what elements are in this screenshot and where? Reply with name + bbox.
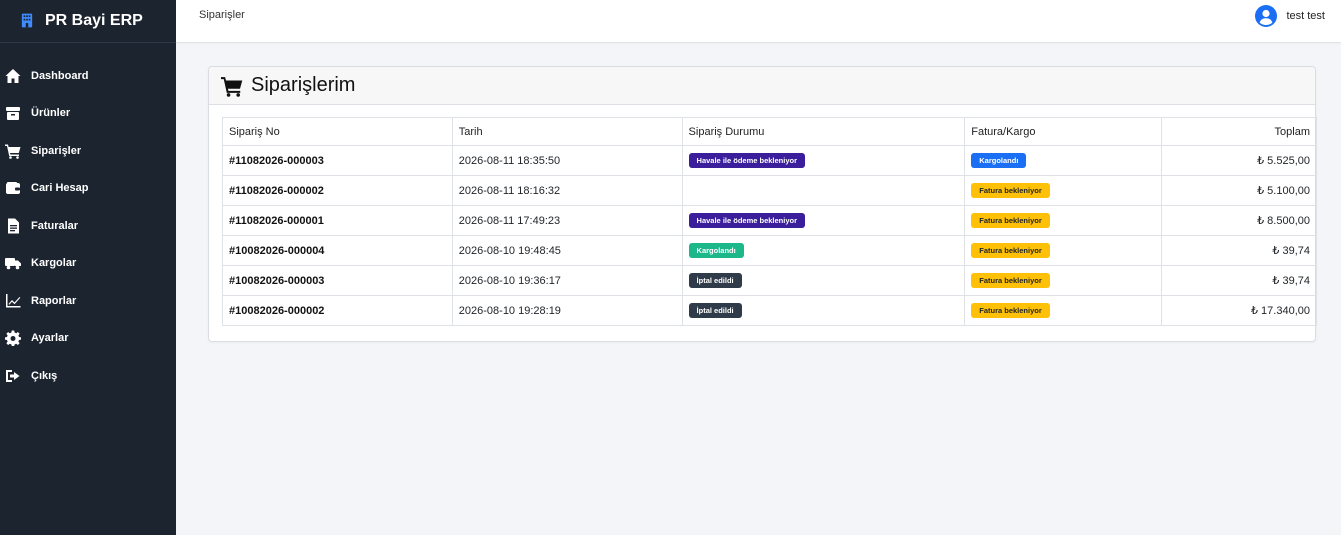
order-total: ₺ 5.100,00 [1161,175,1317,206]
column-header-invoice-shipping: Fatura/Kargo [964,117,1163,146]
sidebar-nav: Dashboard Ürünler Siparişler Cari Hesap … [0,43,176,395]
sidebar-item-raporlar[interactable]: Raporlar [0,282,176,320]
table-row[interactable]: #10082026-000002 2026-08-10 19:28:19 İpt… [222,295,1317,326]
shipping-badge: Fatura bekleniyor [971,242,1050,259]
shipping-status-cell: Fatura bekleniyor [964,295,1163,326]
breadcrumb[interactable]: Siparişler [199,9,245,21]
cart-icon [4,143,22,159]
order-no[interactable]: #11082026-000002 [222,175,453,206]
column-header-order-no: Sipariş No [222,117,453,146]
truck-icon [4,255,22,271]
sidebar-item-label: Kargolar [31,257,77,270]
table-header-row: Sipariş No Tarih Sipariş Durumu Fatura/K… [222,117,1317,146]
shipping-status-cell: Fatura bekleniyor [964,205,1163,236]
wallet-icon [4,180,22,196]
order-total: ₺ 39,74 [1161,235,1317,266]
sidebar-item-label: Çıkış [31,369,58,382]
sidebar-item-ayarlar[interactable]: Ayarlar [0,320,176,358]
order-status-cell: İptal edildi [681,265,966,296]
column-header-total: Toplam [1161,117,1317,146]
order-date: 2026-08-11 18:16:32 [451,175,683,206]
brand[interactable]: PR Bayi ERP [0,0,176,43]
order-total: ₺ 39,74 [1161,265,1317,296]
table-row[interactable]: #10082026-000004 2026-08-10 19:48:45 Kar… [222,235,1317,266]
order-status-cell: Havale ile ödeme bekleniyor [681,205,966,236]
orders-card: Siparişlerim Sipariş No Tarih Sipariş Du… [208,66,1317,342]
sidebar-item-faturalar[interactable]: Faturalar [0,207,176,245]
order-total: ₺ 8.500,00 [1161,205,1317,236]
order-status-cell: Kargolandı [681,235,966,266]
invoice-icon [4,218,22,234]
shipping-badge: Fatura bekleniyor [971,212,1050,229]
order-no[interactable]: #10082026-000004 [222,235,453,266]
order-status-cell: İptal edildi [681,295,966,326]
order-no[interactable]: #11082026-000001 [222,205,453,236]
order-total: ₺ 17.340,00 [1161,295,1317,326]
sidebar-item-label: Cari Hesap [31,182,89,195]
shipping-status-cell: Kargolandı [964,145,1163,176]
column-header-date: Tarih [451,117,683,146]
order-date: 2026-08-11 18:35:50 [451,145,683,176]
gear-icon [4,330,22,347]
cart-icon [221,76,243,97]
sidebar-item-siparisler[interactable]: Siparişler [0,132,176,170]
order-total: ₺ 5.525,00 [1161,145,1317,176]
card-header: Siparişlerim [209,67,1315,105]
sidebar-item-label: Raporlar [31,294,77,307]
topbar: Siparişler test test [176,0,1341,43]
sidebar-item-cari-hesap[interactable]: Cari Hesap [0,170,176,208]
shipping-badge: Kargolandı [971,152,1027,169]
sidebar-item-kargolar[interactable]: Kargolar [0,245,176,283]
status-badge: Havale ile ödeme bekleniyor [688,152,806,169]
shipping-status-cell: Fatura bekleniyor [964,235,1163,266]
order-status-cell: Havale ile ödeme bekleniyor [681,145,966,176]
sidebar-item-dashboard[interactable]: Dashboard [0,57,176,95]
table-row[interactable]: #10082026-000003 2026-08-10 19:36:17 İpt… [222,265,1317,296]
status-badge: Kargolandı [688,242,744,259]
shipping-badge: Fatura bekleniyor [971,302,1050,319]
sidebar-item-label: Ayarlar [31,332,69,345]
column-header-order-status: Sipariş Durumu [681,117,966,146]
order-status-cell [681,175,966,206]
order-date: 2026-08-10 19:36:17 [451,265,683,296]
table-row[interactable]: #11082026-000003 2026-08-11 18:35:50 Hav… [222,145,1317,176]
building-icon [21,13,35,29]
box-icon [4,105,22,121]
sidebar: PR Bayi ERP Dashboard Ürünler Siparişler… [0,0,176,535]
home-icon [4,68,22,84]
user-menu[interactable]: test test [1255,5,1325,27]
order-no[interactable]: #10082026-000002 [222,295,453,326]
page-title: Siparişlerim [251,74,356,96]
shipping-status-cell: Fatura bekleniyor [964,175,1163,206]
user-name: test test [1286,10,1325,22]
sidebar-item-urunler[interactable]: Ürünler [0,95,176,133]
status-badge: İptal edildi [688,272,742,289]
order-no[interactable]: #10082026-000003 [222,265,453,296]
sidebar-item-label: Dashboard [31,69,89,82]
order-no[interactable]: #11082026-000003 [222,145,453,176]
sidebar-item-label: Faturalar [31,219,79,232]
shipping-status-cell: Fatura bekleniyor [964,265,1163,296]
shipping-badge: Fatura bekleniyor [971,182,1050,199]
logout-icon [4,368,22,384]
status-badge: Havale ile ödeme bekleniyor [688,212,806,229]
status-badge: İptal edildi [688,302,742,319]
order-date: 2026-08-10 19:28:19 [451,295,683,326]
orders-table: Sipariş No Tarih Sipariş Durumu Fatura/K… [222,117,1317,326]
chart-line-icon [4,293,22,309]
sidebar-item-label: Siparişler [31,144,82,157]
brand-name: PR Bayi ERP [45,12,143,29]
sidebar-item-cikis[interactable]: Çıkış [0,357,176,395]
order-date: 2026-08-11 17:49:23 [451,205,683,236]
table-row[interactable]: #11082026-000002 2026-08-11 18:16:32 Fat… [222,175,1317,206]
order-date: 2026-08-10 19:48:45 [451,235,683,266]
table-row[interactable]: #11082026-000001 2026-08-11 17:49:23 Hav… [222,205,1317,236]
shipping-badge: Fatura bekleniyor [971,272,1050,289]
sidebar-item-label: Ürünler [31,107,71,120]
user-avatar-icon [1255,5,1278,27]
